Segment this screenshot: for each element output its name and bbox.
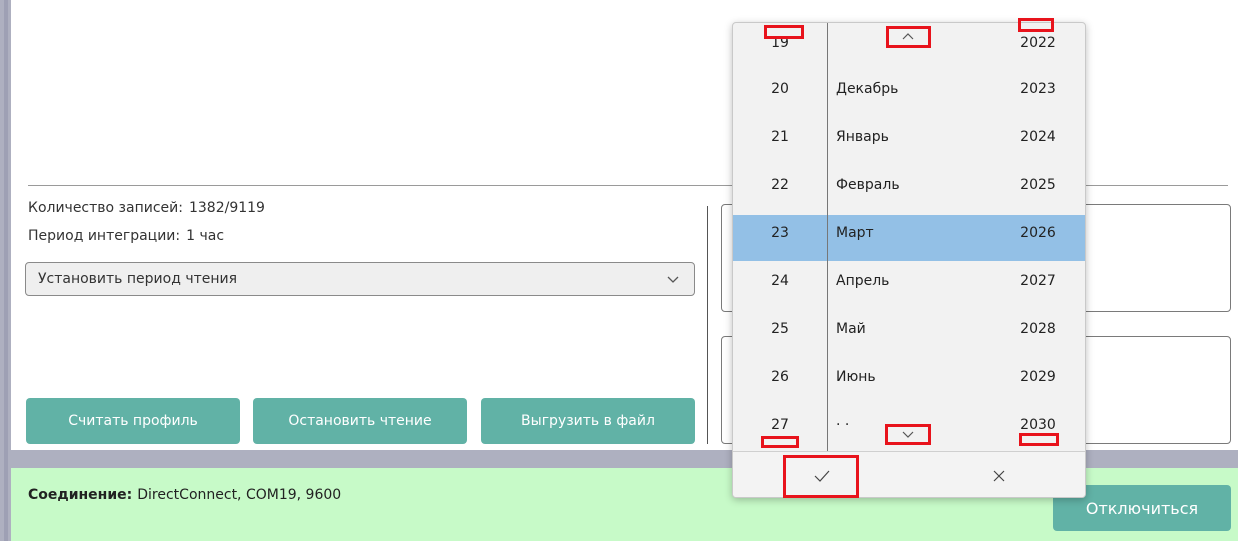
- date-picker-month-cell[interactable]: Июнь: [836, 369, 876, 385]
- highlight-confirm-button: [783, 455, 859, 498]
- date-picker-day-cell[interactable]: 20: [733, 81, 827, 97]
- records-count-label: Количество записей:: [28, 200, 183, 216]
- integration-period-value: 1 час: [186, 228, 225, 244]
- date-picker-month-cell[interactable]: Май: [836, 321, 866, 337]
- chevron-down-icon: [667, 276, 679, 283]
- date-picker-year-cell[interactable]: 2030: [1003, 417, 1073, 433]
- records-count-value: 1382/9119: [188, 200, 265, 216]
- date-picker-year-cell[interactable]: 2028: [1003, 321, 1073, 337]
- highlight-month-scroll-up: [886, 26, 931, 48]
- connection-status-label: Соединение:: [28, 487, 133, 503]
- date-picker-day-cell[interactable]: 26: [733, 369, 827, 385]
- records-count: Количество записей: 1382/9119: [28, 200, 265, 216]
- read-period-dropdown-value: Установить период чтения: [38, 271, 238, 287]
- date-picker-year-cell[interactable]: 2027: [1003, 273, 1073, 289]
- integration-period-label: Период интеграции:: [28, 228, 181, 244]
- connection-status: Соединение: DirectConnect, COM19, 9600: [28, 487, 341, 503]
- date-picker-column-separator: [827, 23, 828, 451]
- date-picker-year-cell[interactable]: 2026: [1003, 225, 1073, 241]
- date-picker-day-cell[interactable]: 22: [733, 177, 827, 193]
- date-picker-month-cell[interactable]: Декабрь: [836, 81, 898, 97]
- date-picker-day-cell[interactable]: 23: [733, 225, 827, 241]
- date-picker-day-cell[interactable]: 27: [733, 417, 827, 433]
- date-picker-year-cell[interactable]: 2025: [1003, 177, 1073, 193]
- stop-reading-button[interactable]: Остановить чтение: [253, 398, 467, 444]
- cancel-date-button[interactable]: [910, 452, 1085, 497]
- date-picker-month-cell[interactable]: · ·: [836, 417, 849, 433]
- highlight-year-scroll-down: [1019, 433, 1059, 446]
- window-left-border: [4, 0, 8, 541]
- highlight-year-scroll-up: [1018, 18, 1054, 32]
- panel-separator: [707, 206, 708, 444]
- date-picker-month-cell[interactable]: Февраль: [836, 177, 900, 193]
- date-picker-day-cell[interactable]: 25: [733, 321, 827, 337]
- close-icon: [993, 470, 1004, 482]
- highlight-day-scroll-down: [761, 436, 799, 448]
- date-picker-year-cell[interactable]: 2029: [1003, 369, 1073, 385]
- read-period-dropdown[interactable]: Установить период чтения: [25, 262, 695, 296]
- date-picker-year-cell[interactable]: 2023: [1003, 81, 1073, 97]
- date-picker-day-cell[interactable]: 21: [733, 129, 827, 145]
- date-picker-month-cell[interactable]: Январь: [836, 129, 889, 145]
- highlight-month-scroll-down: [885, 424, 931, 445]
- date-picker-day-cell[interactable]: 24: [733, 273, 827, 289]
- connection-status-value: DirectConnect, COM19, 9600: [137, 487, 342, 503]
- date-picker-year-cell[interactable]: 2022: [1003, 35, 1073, 51]
- highlight-day-scroll-up: [764, 25, 804, 39]
- date-picker-month-cell[interactable]: Апрель: [836, 273, 889, 289]
- date-picker-year-cell[interactable]: 2024: [1003, 129, 1073, 145]
- date-picker-month-cell[interactable]: Март: [836, 225, 874, 241]
- read-profile-button[interactable]: Считать профиль: [26, 398, 240, 444]
- export-file-button[interactable]: Выгрузить в файл: [481, 398, 695, 444]
- integration-period: Период интеграции: 1 час: [28, 228, 224, 244]
